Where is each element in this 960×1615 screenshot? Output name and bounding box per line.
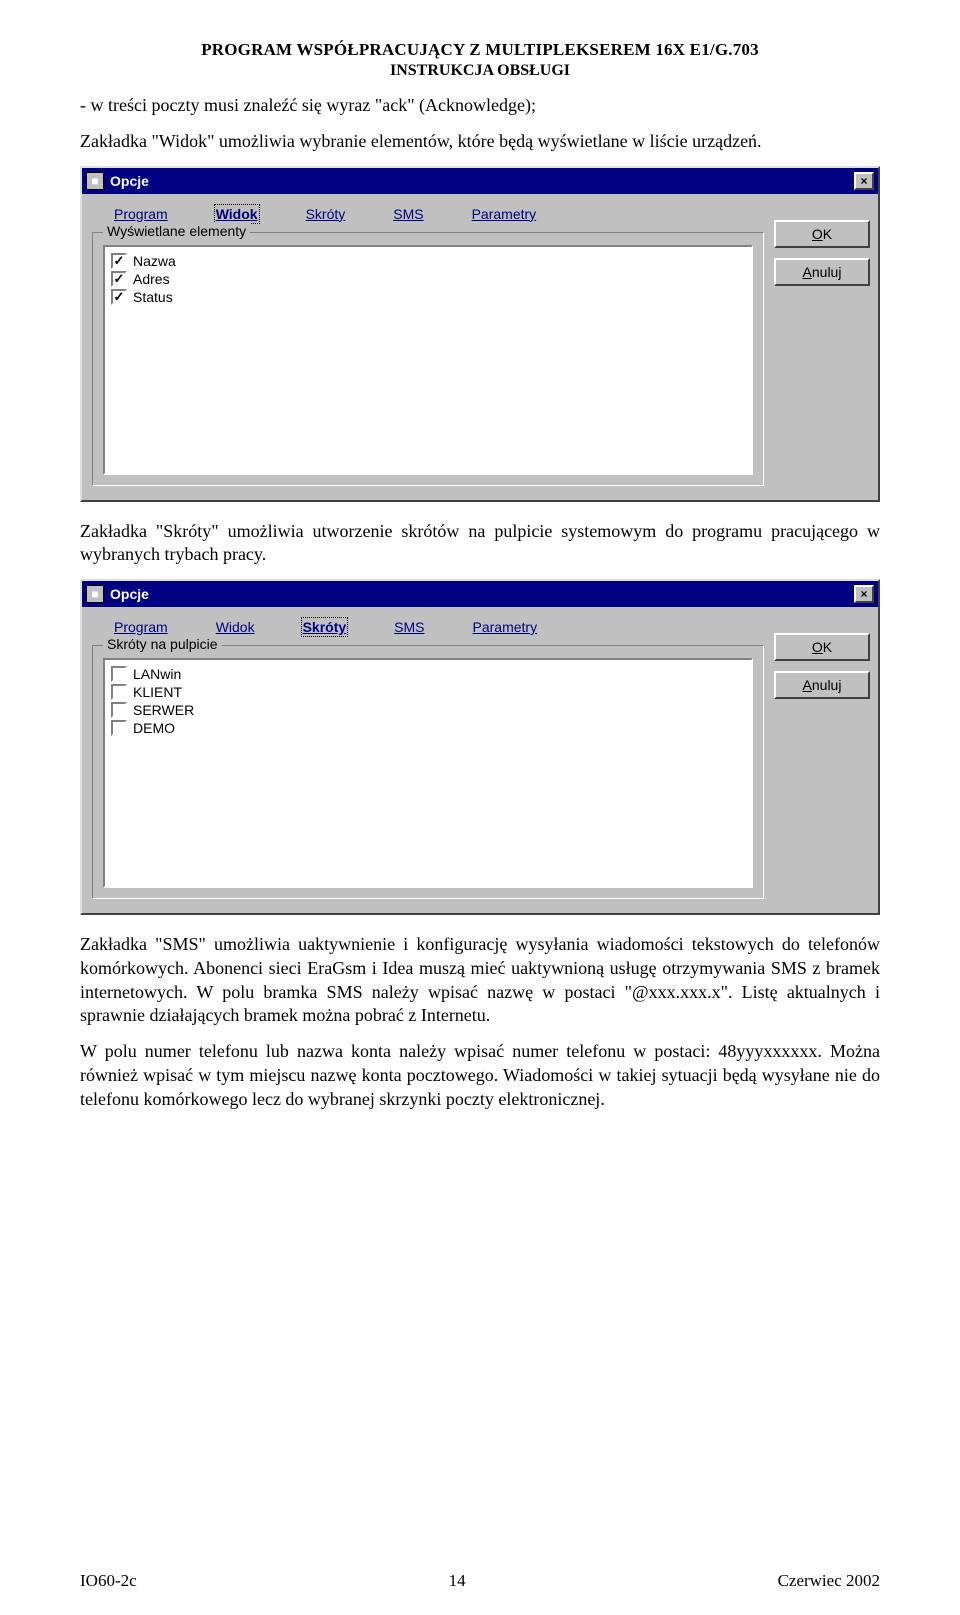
checkbox-list: LANwin KLIENT SERWER DEMO [103,658,753,888]
checkbox-icon[interactable] [111,684,127,700]
checkbox-list: ✓ Nazwa ✓ Adres ✓ Status [103,245,753,475]
close-icon[interactable]: × [854,585,874,603]
checkbox-label: DEMO [133,720,175,736]
tab-parametry[interactable]: Parametry [472,206,537,222]
checkbox-row[interactable]: KLIENT [111,684,745,700]
tab-program[interactable]: Program [114,206,168,222]
tab-parametry[interactable]: Parametry [473,619,538,635]
checkbox-row[interactable]: ✓ Status [111,289,745,305]
checkbox-label: Adres [133,271,170,287]
paragraph-sms-2: W polu numer telefonu lub nazwa konta na… [80,1040,880,1111]
cancel-button[interactable]: Anuluj [774,671,870,699]
checkbox-label: Nazwa [133,253,176,269]
checkbox-row[interactable]: SERWER [111,702,745,718]
tab-skroty[interactable]: Skróty [303,619,347,635]
checkbox-icon[interactable]: ✓ [111,253,127,269]
page-header-subtitle: INSTRUKCJA OBSŁUGI [80,62,880,80]
ok-button[interactable]: OK [774,633,870,661]
checkbox-row[interactable]: ✓ Nazwa [111,253,745,269]
app-icon: ■ [86,585,104,603]
checkbox-row[interactable]: ✓ Adres [111,271,745,287]
paragraph-widok: Zakładka "Widok" umożliwia wybranie elem… [80,130,880,154]
paragraph-ack: - w treści poczty musi znaleźć się wyraz… [80,94,880,118]
footer-page-number: 14 [449,1571,466,1591]
app-icon: ■ [86,172,104,190]
tab-sms[interactable]: SMS [394,619,424,635]
checkbox-label: LANwin [133,666,181,682]
checkbox-icon[interactable] [111,702,127,718]
ok-button[interactable]: OK [774,220,870,248]
checkbox-icon[interactable]: ✓ [111,271,127,287]
groupbox-wyswietlane: Wyświetlane elementy ✓ Nazwa ✓ Adres ✓ S [92,232,764,486]
checkbox-icon[interactable]: ✓ [111,289,127,305]
tab-widok[interactable]: Widok [216,206,258,222]
cancel-button[interactable]: Anuluj [774,258,870,286]
checkbox-row[interactable]: DEMO [111,720,745,736]
tab-program[interactable]: Program [114,619,168,635]
groupbox-legend: Skróty na pulpicie [103,636,222,652]
checkbox-label: Status [133,289,173,305]
page-header-title: PROGRAM WSPÓŁPRACUJĄCY Z MULTIPLEKSEREM … [80,40,880,60]
footer-left: IO60-2c [80,1571,137,1591]
checkbox-icon[interactable] [111,666,127,682]
paragraph-sms-1: Zakładka "SMS" umożliwia uaktywnienie i … [80,933,880,1028]
paragraph-skroty: Zakładka "Skróty" umożliwia utworzenie s… [80,520,880,568]
footer-right: Czerwiec 2002 [778,1571,880,1591]
options-dialog-widok: ■ Opcje × Program Widok Skróty SMS Param… [80,166,880,502]
checkbox-row[interactable]: LANwin [111,666,745,682]
close-icon[interactable]: × [854,172,874,190]
dialog-titlebar[interactable]: ■ Opcje × [82,168,878,194]
dialog-titlebar[interactable]: ■ Opcje × [82,581,878,607]
dialog-title: Opcje [110,586,854,602]
groupbox-legend: Wyświetlane elementy [103,223,250,239]
page-footer: IO60-2c 14 Czerwiec 2002 [80,1571,880,1591]
tab-sms[interactable]: SMS [393,206,423,222]
tab-widok[interactable]: Widok [216,619,255,635]
dialog-title: Opcje [110,173,854,189]
tab-skroty[interactable]: Skróty [306,206,346,222]
groupbox-skroty: Skróty na pulpicie LANwin KLIENT SERW [92,645,764,899]
checkbox-label: SERWER [133,702,194,718]
options-dialog-skroty: ■ Opcje × Program Widok Skróty SMS Param… [80,579,880,915]
checkbox-label: KLIENT [133,684,182,700]
checkbox-icon[interactable] [111,720,127,736]
